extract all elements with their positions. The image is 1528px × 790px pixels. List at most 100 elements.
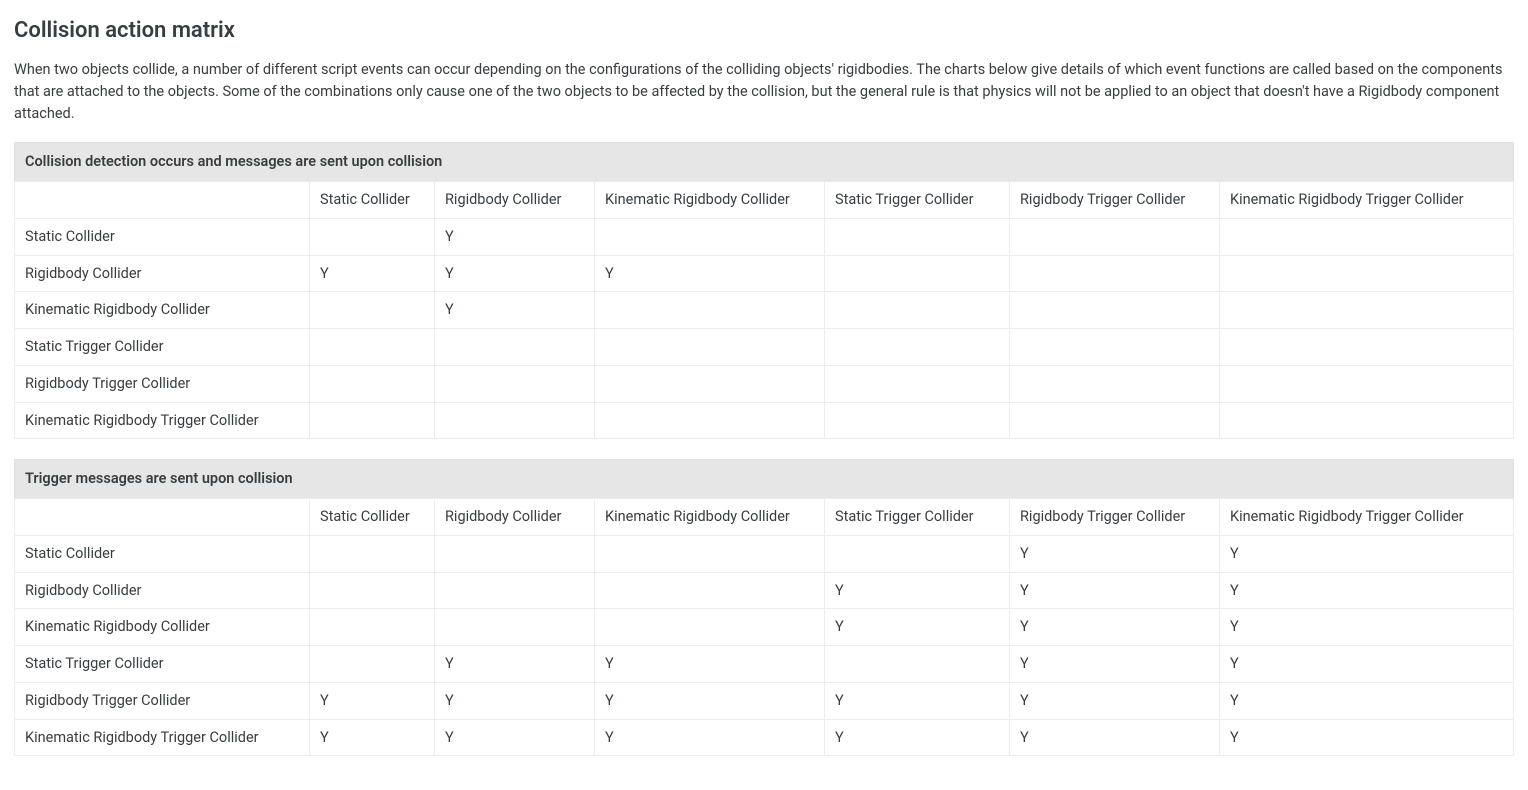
table-cell (310, 646, 435, 683)
table-cell (435, 572, 595, 609)
table-cell (310, 365, 435, 402)
table-cell: Y (1220, 572, 1514, 609)
table-cell (310, 329, 435, 366)
table-cell (1220, 402, 1514, 439)
row-header: Rigidbody Trigger Collider (15, 682, 310, 719)
table-row: Static Trigger ColliderYYYY (15, 646, 1514, 683)
table-cell (825, 218, 1010, 255)
row-header: Kinematic Rigidbody Trigger Collider (15, 402, 310, 439)
table-cell: Y (310, 719, 435, 756)
table-cell (310, 609, 435, 646)
intro-paragraph: When two objects collide, a number of di… (14, 59, 1514, 124)
table-cell: Y (435, 218, 595, 255)
column-header: Static Trigger Collider (825, 182, 1010, 219)
table-cell (595, 329, 825, 366)
table-cell (1010, 365, 1220, 402)
table-cell (1010, 292, 1220, 329)
table-row: Static Trigger Collider (15, 329, 1514, 366)
column-header: Rigidbody Collider (435, 499, 595, 536)
table-row: Rigidbody ColliderYYY (15, 255, 1514, 292)
column-header: Kinematic Rigidbody Collider (595, 182, 825, 219)
column-header: Static Trigger Collider (825, 499, 1010, 536)
row-header: Kinematic Rigidbody Collider (15, 609, 310, 646)
table-cell: Y (1220, 535, 1514, 572)
table-cell: Y (1220, 719, 1514, 756)
table-cell: Y (595, 255, 825, 292)
table-cell: Y (435, 292, 595, 329)
table-cell: Y (825, 609, 1010, 646)
table-cell (825, 292, 1010, 329)
row-header: Kinematic Rigidbody Collider (15, 292, 310, 329)
table-cell (595, 365, 825, 402)
table-cell (825, 402, 1010, 439)
table-cell (435, 402, 595, 439)
table-cell: Y (1010, 646, 1220, 683)
table-cell: Y (1010, 682, 1220, 719)
table-cell (825, 329, 1010, 366)
table-row: Kinematic Rigidbody Collider Y (15, 292, 1514, 329)
table-cell: Y (1220, 646, 1514, 683)
collision-table-1: Trigger messages are sent upon collision… (14, 459, 1514, 756)
table-cell: Y (1010, 535, 1220, 572)
table-cell: Y (1220, 609, 1514, 646)
row-header: Kinematic Rigidbody Trigger Collider (15, 719, 310, 756)
table-cell (1220, 292, 1514, 329)
table-cell (1220, 255, 1514, 292)
table-cell: Y (1010, 719, 1220, 756)
table-corner-cell (15, 182, 310, 219)
table-cell (1010, 255, 1220, 292)
table-corner-cell (15, 499, 310, 536)
table-cell (825, 535, 1010, 572)
table-cell: Y (825, 719, 1010, 756)
table-row: Kinematic Rigidbody Trigger ColliderYYYY… (15, 719, 1514, 756)
table-cell (595, 572, 825, 609)
table-caption: Collision detection occurs and messages … (14, 142, 1514, 181)
table-cell (310, 292, 435, 329)
table-caption: Trigger messages are sent upon collision (14, 459, 1514, 498)
column-header: Kinematic Rigidbody Collider (595, 499, 825, 536)
page-heading: Collision action matrix (14, 14, 1514, 47)
table-cell: Y (1010, 572, 1220, 609)
table-cell: Y (595, 646, 825, 683)
table-cell (310, 535, 435, 572)
table-cell: Y (825, 682, 1010, 719)
table-cell (435, 609, 595, 646)
table-cell (825, 365, 1010, 402)
table-cell: Y (1220, 682, 1514, 719)
table-row: Static Collider YY (15, 535, 1514, 572)
row-header: Rigidbody Collider (15, 255, 310, 292)
row-header: Static Trigger Collider (15, 329, 310, 366)
table-cell (825, 646, 1010, 683)
column-header: Rigidbody Collider (435, 182, 595, 219)
table-cell (1010, 402, 1220, 439)
column-header: Rigidbody Trigger Collider (1010, 182, 1220, 219)
table-row: Static ColliderY (15, 218, 1514, 255)
column-header: Kinematic Rigidbody Trigger Collider (1220, 499, 1514, 536)
table-cell (595, 535, 825, 572)
row-header: Rigidbody Trigger Collider (15, 365, 310, 402)
table-cell: Y (435, 719, 595, 756)
table-cell (435, 329, 595, 366)
tables-container: Collision detection occurs and messages … (14, 142, 1514, 756)
table-cell (310, 572, 435, 609)
table-cell: Y (310, 255, 435, 292)
collision-table-0: Collision detection occurs and messages … (14, 142, 1514, 439)
table-cell: Y (825, 572, 1010, 609)
table-cell (1220, 329, 1514, 366)
table-row: Rigidbody ColliderYYY (15, 572, 1514, 609)
table-cell (595, 402, 825, 439)
table-cell (310, 402, 435, 439)
table-cell: Y (1010, 609, 1220, 646)
table-row: Rigidbody Trigger Collider (15, 365, 1514, 402)
row-header: Static Collider (15, 535, 310, 572)
table-row: Rigidbody Trigger ColliderYYYYYY (15, 682, 1514, 719)
table-cell (825, 255, 1010, 292)
table-row: Kinematic Rigidbody ColliderYYY (15, 609, 1514, 646)
table-cell (435, 365, 595, 402)
row-header: Rigidbody Collider (15, 572, 310, 609)
table-cell (595, 609, 825, 646)
table-cell (595, 218, 825, 255)
table-row: Kinematic Rigidbody Trigger Collider (15, 402, 1514, 439)
table-cell (435, 535, 595, 572)
table-cell: Y (310, 682, 435, 719)
